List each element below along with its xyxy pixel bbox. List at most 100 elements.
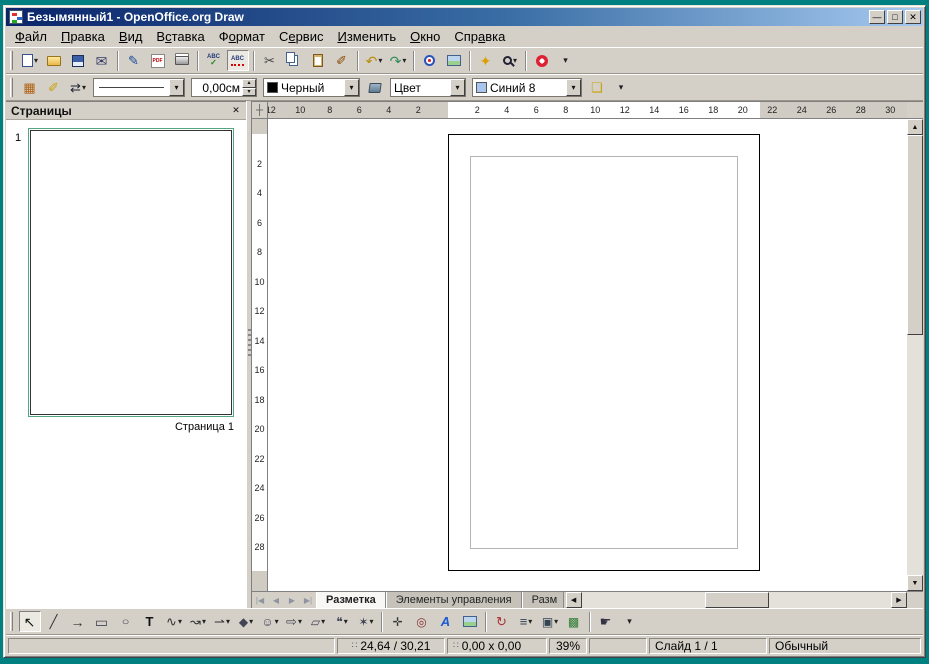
- vertical-scroll-track[interactable]: [907, 135, 923, 575]
- navigator-button[interactable]: ✦: [475, 50, 497, 71]
- toolbar-options-button[interactable]: ▾: [610, 77, 632, 98]
- close-button[interactable]: ✕: [905, 10, 921, 24]
- scroll-right-button[interactable]: ▶: [891, 592, 907, 608]
- menu-item[interactable]: Окно: [403, 27, 447, 46]
- chevron-down-icon[interactable]: ▾: [566, 79, 581, 96]
- menu-item[interactable]: Справка: [447, 27, 512, 46]
- tab-dimension-lines[interactable]: Разм: [522, 592, 564, 608]
- line-style-select[interactable]: ▾: [93, 78, 185, 97]
- horizontal-scroll-track[interactable]: [582, 592, 891, 608]
- line-color-select[interactable]: Черный ▾: [263, 78, 360, 97]
- rotate-button[interactable]: ↻: [491, 611, 513, 632]
- last-layer-button[interactable]: ▶|: [300, 592, 316, 608]
- arrange-button[interactable]: ▣▾: [539, 611, 561, 632]
- vertical-ruler[interactable]: 246810121416182022242628: [252, 119, 268, 591]
- arrow-tool[interactable]: →: [67, 611, 89, 632]
- maximize-button[interactable]: □: [887, 10, 903, 24]
- menu-item[interactable]: Изменить: [330, 27, 403, 46]
- edit-file-button[interactable]: ✎: [123, 50, 145, 71]
- close-icon[interactable]: ✕: [229, 104, 243, 118]
- minimize-button[interactable]: —: [869, 10, 885, 24]
- open-button[interactable]: [43, 50, 65, 71]
- flowchart-tool[interactable]: ▱▾: [307, 611, 329, 632]
- area-dialog-button[interactable]: [364, 77, 386, 98]
- tab-controls[interactable]: Элементы управления: [386, 592, 522, 608]
- stars-tool[interactable]: ✶▾: [355, 611, 377, 632]
- scroll-up-button[interactable]: ▲: [907, 119, 923, 135]
- block-arrows-tool[interactable]: ⇨▾: [283, 611, 305, 632]
- callouts-tool[interactable]: ❝▾: [331, 611, 353, 632]
- horizontal-scroll-thumb[interactable]: [705, 592, 769, 608]
- paste-button[interactable]: [307, 50, 329, 71]
- styles-formatting-button[interactable]: ▦: [19, 77, 41, 98]
- align-button[interactable]: ≡▾: [515, 611, 537, 632]
- save-button[interactable]: [67, 50, 89, 71]
- insert-picture-button[interactable]: [459, 611, 481, 632]
- shadow-button[interactable]: ❏: [586, 77, 608, 98]
- previous-layer-button[interactable]: ◀: [268, 592, 284, 608]
- vertical-scrollbar[interactable]: ▲ ▼: [907, 119, 923, 591]
- new-document-button[interactable]: ▾: [19, 50, 41, 71]
- scroll-down-button[interactable]: ▼: [907, 575, 923, 591]
- fontwork-button[interactable]: A: [435, 611, 457, 632]
- page-thumbnail[interactable]: [30, 130, 232, 415]
- toolbar-grip[interactable]: [10, 78, 13, 97]
- title-bar[interactable]: Безымянный1 - OpenOffice.org Draw — □ ✕: [6, 8, 923, 26]
- line-tool[interactable]: ╱: [43, 611, 65, 632]
- ellipse-tool[interactable]: ○: [115, 611, 137, 632]
- menu-item[interactable]: Вид: [112, 27, 150, 46]
- lines-arrows-tool[interactable]: ⇀▾: [211, 611, 233, 632]
- toolbar-grip[interactable]: [10, 51, 13, 70]
- glue-points-button[interactable]: ◎: [411, 611, 433, 632]
- symbol-shapes-tool[interactable]: ☺▾: [259, 611, 281, 632]
- spellcheck-button[interactable]: ABC: [203, 50, 225, 71]
- email-button[interactable]: ✉: [91, 50, 113, 71]
- spin-down-button[interactable]: ▾: [242, 88, 256, 97]
- menu-item[interactable]: Правка: [54, 27, 112, 46]
- export-pdf-button[interactable]: PDF: [147, 50, 169, 71]
- menu-item[interactable]: Вставка: [149, 27, 211, 46]
- fill-color-select[interactable]: Синий 8 ▾: [472, 78, 582, 97]
- toolbar-grip[interactable]: [10, 612, 13, 631]
- redo-button[interactable]: ↷▾: [387, 50, 409, 71]
- first-layer-button[interactable]: |◀: [252, 592, 268, 608]
- cut-button[interactable]: ✂: [259, 50, 281, 71]
- scroll-left-button[interactable]: ◀: [566, 592, 582, 608]
- status-zoom[interactable]: 39%: [549, 638, 587, 654]
- copy-button[interactable]: [283, 50, 305, 71]
- format-paintbrush-button[interactable]: ✐: [331, 50, 353, 71]
- line-dialog-button[interactable]: ✐: [43, 77, 65, 98]
- fill-style-select[interactable]: Цвет ▾: [390, 78, 466, 97]
- spin-up-button[interactable]: ▴: [242, 79, 256, 88]
- text-tool[interactable]: T: [139, 611, 161, 632]
- arrow-style-button[interactable]: ⇄▾: [67, 77, 89, 98]
- chevron-down-icon[interactable]: ▾: [450, 79, 465, 96]
- rectangle-tool[interactable]: ▭: [91, 611, 113, 632]
- hyperlink-button[interactable]: [419, 50, 441, 71]
- print-button[interactable]: [171, 50, 193, 71]
- menu-item[interactable]: Файл: [8, 27, 54, 46]
- menu-item[interactable]: Сервис: [272, 27, 331, 46]
- horizontal-scrollbar[interactable]: ◀ ▶: [566, 592, 907, 608]
- horizontal-ruler[interactable]: 1210864224681012141618202224262830: [268, 102, 907, 119]
- line-width-input[interactable]: 0,00см ▴ ▾: [191, 78, 257, 97]
- help-button[interactable]: [531, 50, 553, 71]
- edit-points-button[interactable]: ✛: [387, 611, 409, 632]
- curve-tool[interactable]: ∿▾: [163, 611, 185, 632]
- select-tool[interactable]: ↖: [19, 611, 41, 632]
- basic-shapes-tool[interactable]: ◆▾: [235, 611, 257, 632]
- chevron-down-icon[interactable]: ▾: [344, 79, 359, 96]
- gallery-button[interactable]: [443, 50, 465, 71]
- chevron-down-icon[interactable]: ▾: [169, 79, 184, 96]
- autospellcheck-button[interactable]: ABC: [227, 50, 249, 71]
- vertical-scroll-thumb[interactable]: [907, 135, 923, 335]
- extrusion-button[interactable]: ▩: [563, 611, 585, 632]
- toolbar-options-button[interactable]: ▾: [619, 611, 641, 632]
- connector-tool[interactable]: ↝▾: [187, 611, 209, 632]
- toolbar-options-button[interactable]: ▾: [555, 50, 577, 71]
- drawing-canvas[interactable]: [268, 119, 907, 591]
- undo-button[interactable]: ↶▾: [363, 50, 385, 71]
- tab-layout[interactable]: Разметка: [316, 592, 386, 608]
- menu-item[interactable]: Формат: [212, 27, 272, 46]
- interaction-button[interactable]: ☛: [595, 611, 617, 632]
